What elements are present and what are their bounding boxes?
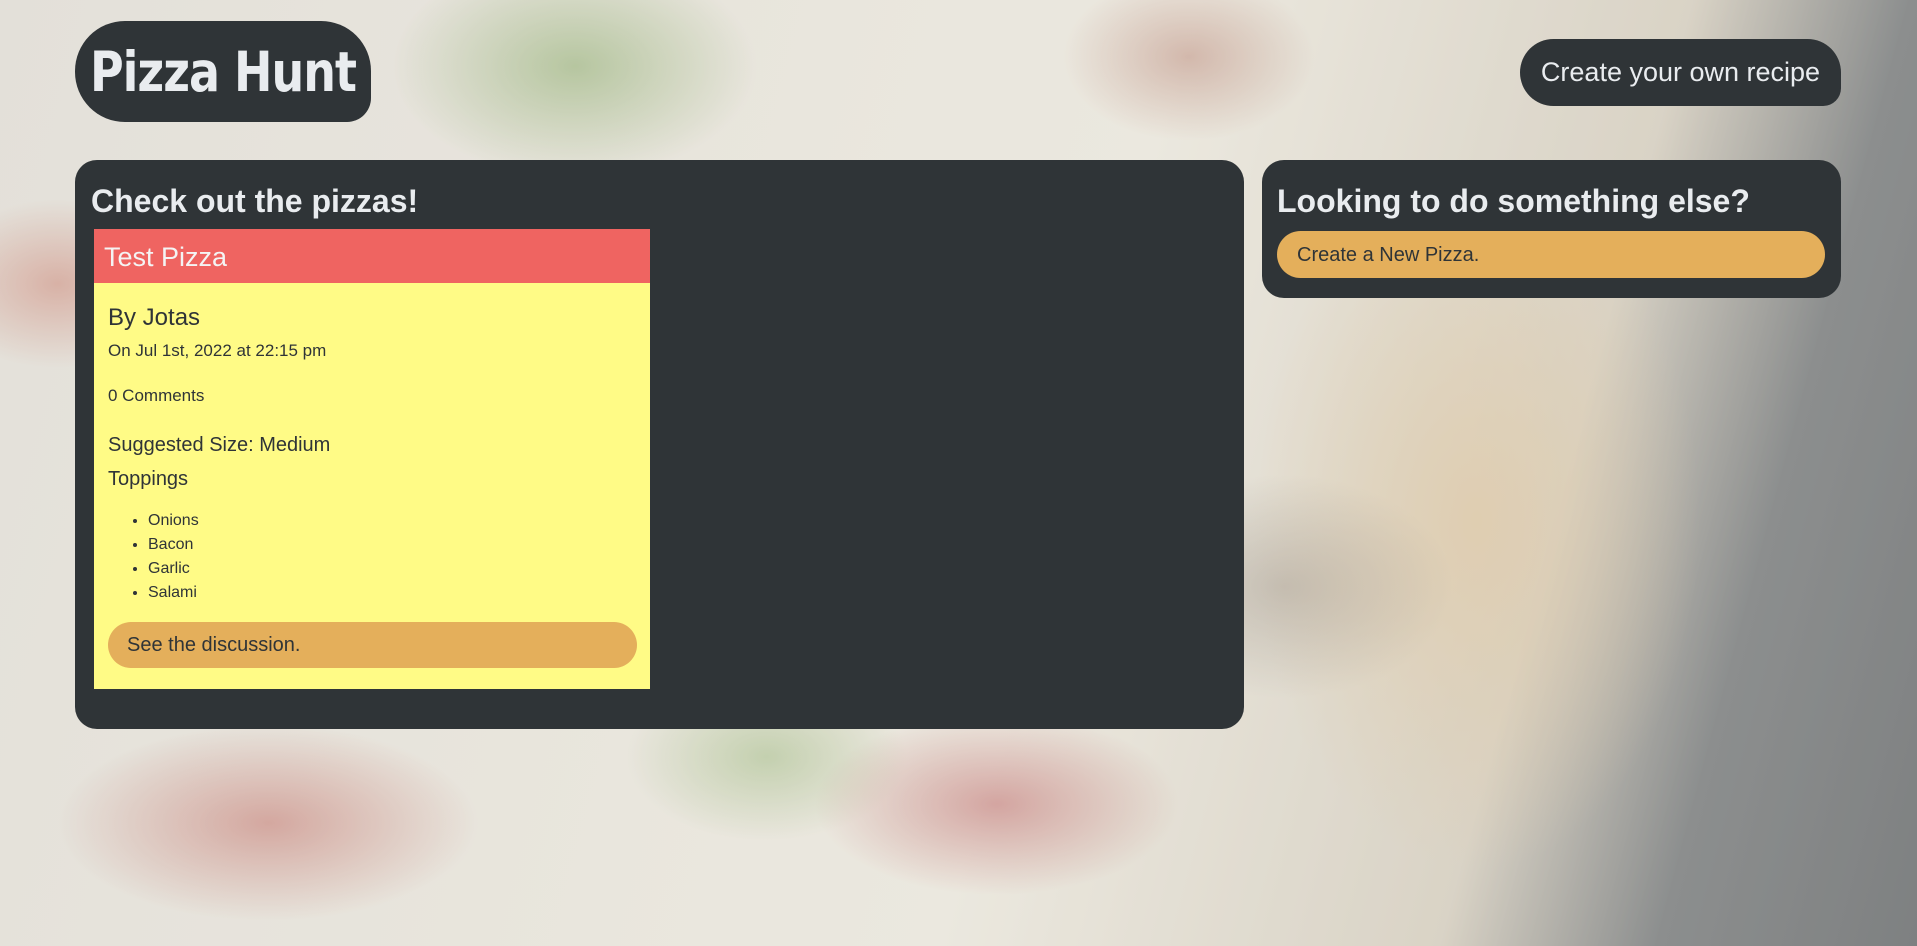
topping-item: Onions	[148, 509, 636, 533]
topping-item: Bacon	[148, 533, 636, 557]
create-new-pizza-button[interactable]: Create a New Pizza.	[1277, 231, 1825, 278]
pizza-card-body: By Jotas On Jul 1st, 2022 at 22:15 pm 0 …	[94, 283, 650, 668]
pizza-card: Test Pizza By Jotas On Jul 1st, 2022 at …	[94, 229, 650, 689]
pizza-list-panel: Check out the pizzas! Test Pizza By Jota…	[75, 160, 1244, 729]
panel-title: Check out the pizzas!	[91, 183, 419, 219]
topping-item: Garlic	[148, 557, 636, 581]
suggested-size: Suggested Size: Medium	[108, 434, 331, 456]
pizza-name: Test Pizza	[94, 229, 650, 283]
side-panel: Looking to do something else? Create a N…	[1262, 160, 1841, 298]
side-panel-title: Looking to do something else?	[1277, 183, 1750, 219]
site-logo[interactable]: Pizza Hunt	[75, 21, 371, 122]
comment-count: 0 Comments	[108, 386, 205, 405]
toppings-heading: Toppings	[108, 468, 189, 490]
pizza-date: On Jul 1st, 2022 at 22:15 pm	[108, 341, 327, 360]
topping-item: Salami	[148, 581, 636, 605]
see-discussion-button[interactable]: See the discussion.	[108, 622, 637, 668]
pizza-author: By Jotas	[108, 304, 201, 331]
create-recipe-button[interactable]: Create your own recipe	[1520, 39, 1841, 106]
logo-text: Pizza Hunt	[89, 39, 357, 104]
toppings-list: Onions Bacon Garlic Salami	[108, 509, 636, 605]
